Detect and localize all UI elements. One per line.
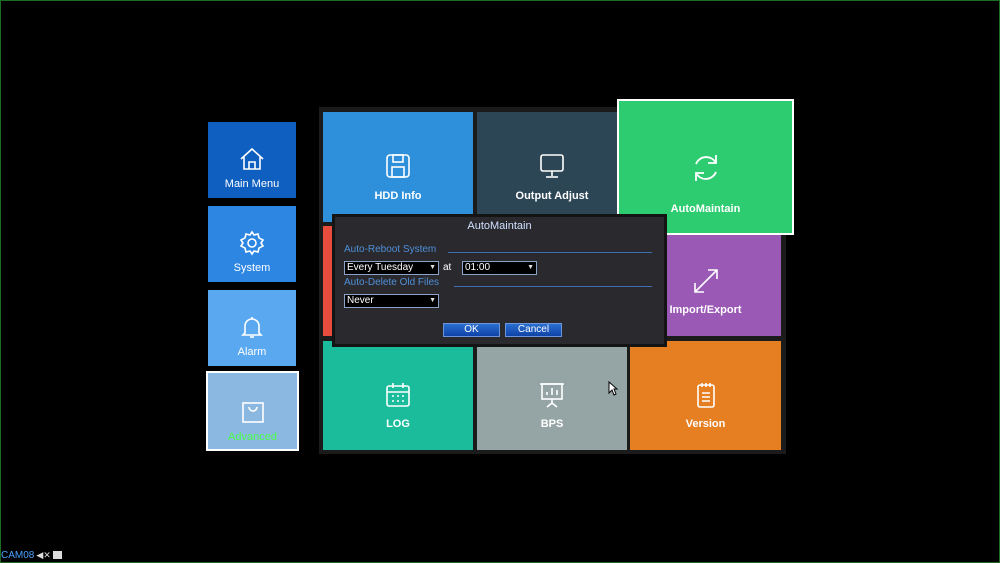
dropdown-arrow-icon: ▼ <box>527 264 534 271</box>
at-label: at <box>443 262 452 273</box>
sidebar-item-system[interactable]: System <box>208 206 296 282</box>
sidebar-item-advanced[interactable]: Advanced <box>206 371 299 451</box>
sidebar-item-label: Advanced <box>228 431 277 443</box>
calendar-icon <box>386 383 410 407</box>
tile-bps[interactable]: BPS <box>477 341 627 450</box>
sidebar-item-label: System <box>233 262 271 274</box>
sidebar-item-label: Alarm <box>237 346 267 358</box>
cancel-button[interactable]: Cancel <box>505 323 562 337</box>
tile-label: LOG <box>386 418 410 430</box>
automaintain-dialog: AutoMaintain Auto-Reboot System Every Tu… <box>332 214 667 347</box>
home-icon <box>240 147 264 170</box>
refresh-icon <box>694 155 717 181</box>
sidebar-item-alarm[interactable]: Alarm <box>208 290 296 366</box>
camera-label: CAM08 <box>1 550 35 561</box>
tile-label: BPS <box>540 418 564 430</box>
document-icon <box>696 383 715 408</box>
dialog-title: AutoMaintain <box>467 220 532 232</box>
presentation-chart-icon <box>540 383 564 408</box>
mouse-cursor-icon <box>608 381 618 396</box>
auto-reboot-section-label: Auto-Reboot System <box>344 244 437 255</box>
bell-icon <box>241 317 263 338</box>
reboot-time-select[interactable]: 01:00 ▼ <box>462 261 537 275</box>
floppy-disk-icon <box>386 154 410 178</box>
tile-label: Output Adjust <box>515 190 589 202</box>
tile-hdd-info[interactable]: HDD Info <box>323 112 473 222</box>
reboot-time-value: 01:00 <box>465 262 491 273</box>
auto-delete-select[interactable]: Never ▼ <box>344 294 439 308</box>
ok-button[interactable]: OK <box>443 323 500 337</box>
record-icon <box>52 551 62 560</box>
dropdown-arrow-icon: ▼ <box>429 264 436 271</box>
mute-icon: ◀✕ <box>36 550 51 560</box>
shopping-bag-icon <box>241 402 264 423</box>
auto-delete-value: Never <box>347 295 374 306</box>
tile-label: Version <box>685 418 726 430</box>
tile-output-adjust[interactable]: Output Adjust <box>477 112 627 222</box>
sidebar-item-main-menu[interactable]: Main Menu <box>208 122 296 198</box>
tile-version[interactable]: Version <box>630 341 781 450</box>
monitor-icon <box>540 154 564 178</box>
expand-arrows-icon <box>693 269 718 293</box>
reboot-day-select[interactable]: Every Tuesday ▼ <box>344 261 439 275</box>
gear-icon <box>239 230 265 256</box>
tile-label: HDD Info <box>374 190 422 202</box>
camera-status: CAM08 ◀✕ <box>1 550 62 561</box>
section-divider <box>454 286 652 287</box>
dropdown-arrow-icon: ▼ <box>429 297 436 304</box>
tile-log[interactable]: LOG <box>323 341 473 450</box>
auto-delete-section-label: Auto-Delete Old Files <box>344 277 440 288</box>
reboot-day-value: Every Tuesday <box>347 262 414 273</box>
section-divider <box>448 252 652 253</box>
sidebar-item-label: Main Menu <box>224 178 280 190</box>
